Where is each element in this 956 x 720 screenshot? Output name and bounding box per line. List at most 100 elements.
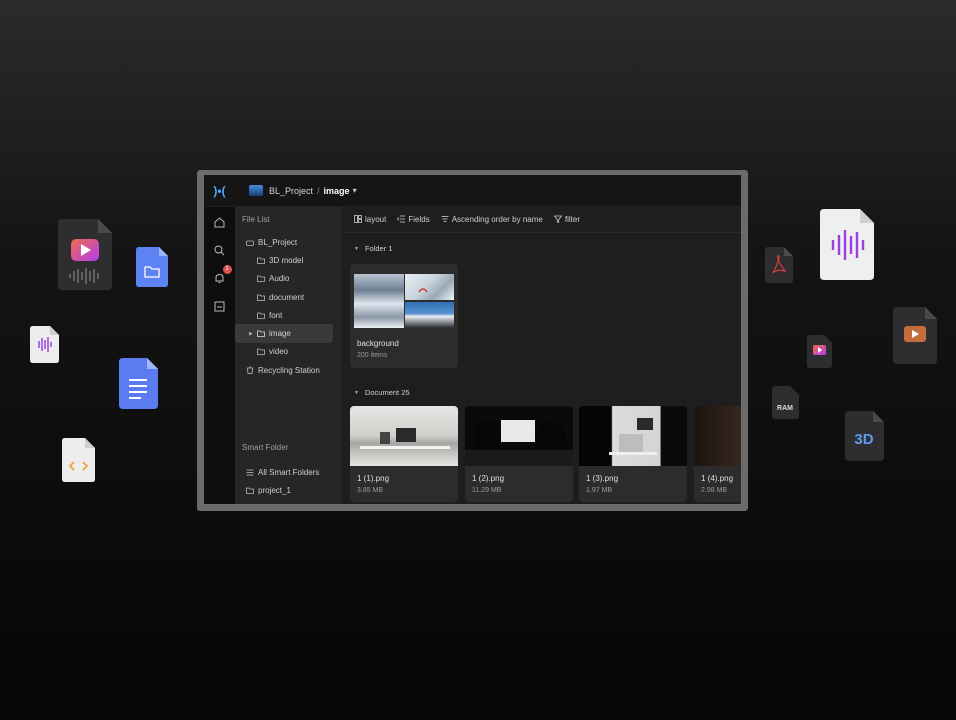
file-name: 1 (2).png [472, 474, 505, 483]
folder-icon [257, 330, 265, 338]
audio-file-icon [30, 326, 59, 363]
tree-item-font[interactable]: font [235, 306, 341, 324]
video-dark-file-icon [893, 307, 937, 364]
sort-label: Ascending order by name [451, 215, 543, 224]
code-file-icon [62, 438, 95, 482]
tree-item-recycling-station[interactable]: Recycling Station [235, 361, 341, 379]
layout-icon [354, 214, 362, 225]
layout-label: layout [365, 215, 387, 224]
file-manager-app: )•( BL_Project / image ▾ 1 File List BL_… [204, 175, 741, 504]
folder-item-count: 200 items [357, 352, 388, 359]
sort-button[interactable]: Ascending order by name [441, 215, 543, 225]
search-icon[interactable] [213, 243, 227, 257]
notification-badge: 1 [222, 265, 232, 274]
file-name: 1 (3).png [586, 474, 619, 483]
file-size: 3.85 MB [357, 487, 384, 494]
breadcrumb-current[interactable]: image [324, 186, 350, 196]
pdf-file-icon [765, 247, 793, 283]
tree-item-label: 3D model [269, 255, 304, 265]
trash-icon [246, 366, 254, 375]
project-thumbnail [249, 185, 263, 196]
file-card[interactable]: 1 (4).png 2.98 MB [694, 406, 741, 502]
folder-icon [257, 348, 265, 356]
file-size: 2.98 MB [701, 487, 728, 494]
top-bar: )•( BL_Project / image ▾ [204, 175, 741, 207]
smart-folder-heading: Smart Folder [242, 443, 289, 453]
ram-label: RAM [777, 405, 793, 412]
folder-icon [257, 275, 265, 283]
tree-item-bl-project[interactable]: BL_Project [235, 233, 341, 251]
fields-icon [397, 215, 406, 225]
tree-item-label: font [269, 310, 283, 320]
video-small-file-icon [807, 335, 832, 368]
home-icon[interactable] [213, 215, 227, 229]
file-size: 1.97 MB [586, 487, 613, 494]
filter-button[interactable]: filter [553, 215, 580, 225]
tree-item-label: BL_Project [258, 237, 298, 247]
ram-file-icon: RAM [772, 386, 799, 419]
3d-file-icon: 3D [845, 411, 884, 461]
fields-button[interactable]: Fields [397, 215, 430, 225]
tree-item-document[interactable]: document [235, 288, 341, 306]
file-thumbnail [579, 406, 687, 466]
folder-icon [257, 312, 265, 319]
folder-icon [257, 294, 265, 301]
breadcrumb-project[interactable]: BL_Project [269, 186, 313, 196]
view-toolbar: layout Fields Ascending order by name fi… [341, 207, 741, 233]
smart-item-label: All Smart Folders [258, 468, 320, 478]
sort-icon [441, 215, 449, 225]
folder-group-header[interactable]: ▼ Folder 1 [354, 244, 392, 253]
tree-item-audio[interactable]: Audio [235, 270, 341, 288]
document-file-icon [119, 358, 158, 409]
file-size: 11.29 MB [472, 487, 502, 494]
app-logo[interactable]: )•( [204, 175, 235, 206]
tree-item-3d-model[interactable]: 3D model [235, 251, 341, 269]
breadcrumb: BL_Project / image ▾ [249, 185, 357, 196]
file-card[interactable]: 1 (2).png 11.29 MB [465, 406, 573, 502]
content-area: layout Fields Ascending order by name fi… [341, 207, 741, 504]
document-group-label: Document 25 [364, 388, 410, 397]
smart-item-label: project_1 [258, 486, 291, 496]
smart-folder-project-1[interactable]: project_1 [235, 482, 341, 500]
file-thumbnail [465, 406, 573, 466]
fields-label: Fields [408, 215, 430, 224]
3d-label: 3D [854, 431, 873, 448]
tree-item-label: document [269, 292, 305, 302]
file-card[interactable]: 1 (3).png 1.97 MB [579, 406, 687, 502]
expand-triangle-icon[interactable]: ▶ [249, 331, 253, 337]
folder-preview [354, 272, 454, 328]
document-group-header[interactable]: ▼ Document 25 [354, 388, 410, 397]
preview-image [405, 302, 454, 328]
collapse-caret-icon: ▼ [354, 245, 359, 252]
video-file-icon [58, 219, 112, 290]
folder-tree: BL_Project 3D model Audio document font … [235, 233, 341, 379]
tree-item-image[interactable]: ▶ image [235, 324, 333, 343]
panel-icon[interactable] [213, 299, 227, 313]
all-smart-folders-item[interactable]: All Smart Folders [235, 463, 341, 481]
layout-button[interactable]: layout [354, 214, 387, 225]
folder-card-background[interactable]: background 200 items [350, 264, 458, 368]
audio-large-file-icon [820, 209, 874, 280]
file-list-heading: File List [242, 215, 270, 224]
folder-group-label: Folder 1 [364, 244, 393, 253]
bell-icon[interactable]: 1 [213, 265, 232, 285]
breadcrumb-separator: / [317, 185, 320, 196]
preview-image [354, 274, 404, 328]
folder-file-icon [136, 247, 168, 287]
chevron-down-icon[interactable]: ▾ [353, 186, 357, 195]
file-card[interactable]: 1 (1).png 3.85 MB [350, 406, 458, 502]
tree-item-label: image [269, 329, 291, 339]
folder-name: background [357, 339, 399, 348]
tree-item-video[interactable]: video [235, 343, 341, 361]
file-name: 1 (1).png [357, 474, 390, 483]
tree-item-label: Recycling Station [258, 365, 320, 375]
tree-item-label: Audio [269, 274, 290, 284]
file-thumbnail [350, 406, 458, 466]
sidebar: File List BL_Project 3D model Audio docu… [235, 207, 341, 504]
icon-rail: 1 [204, 207, 235, 504]
drive-icon [246, 239, 254, 246]
app-window: )•( BL_Project / image ▾ 1 File List BL_… [197, 170, 748, 511]
list-icon [246, 469, 254, 476]
preview-image [405, 274, 454, 300]
filter-icon [553, 215, 563, 225]
